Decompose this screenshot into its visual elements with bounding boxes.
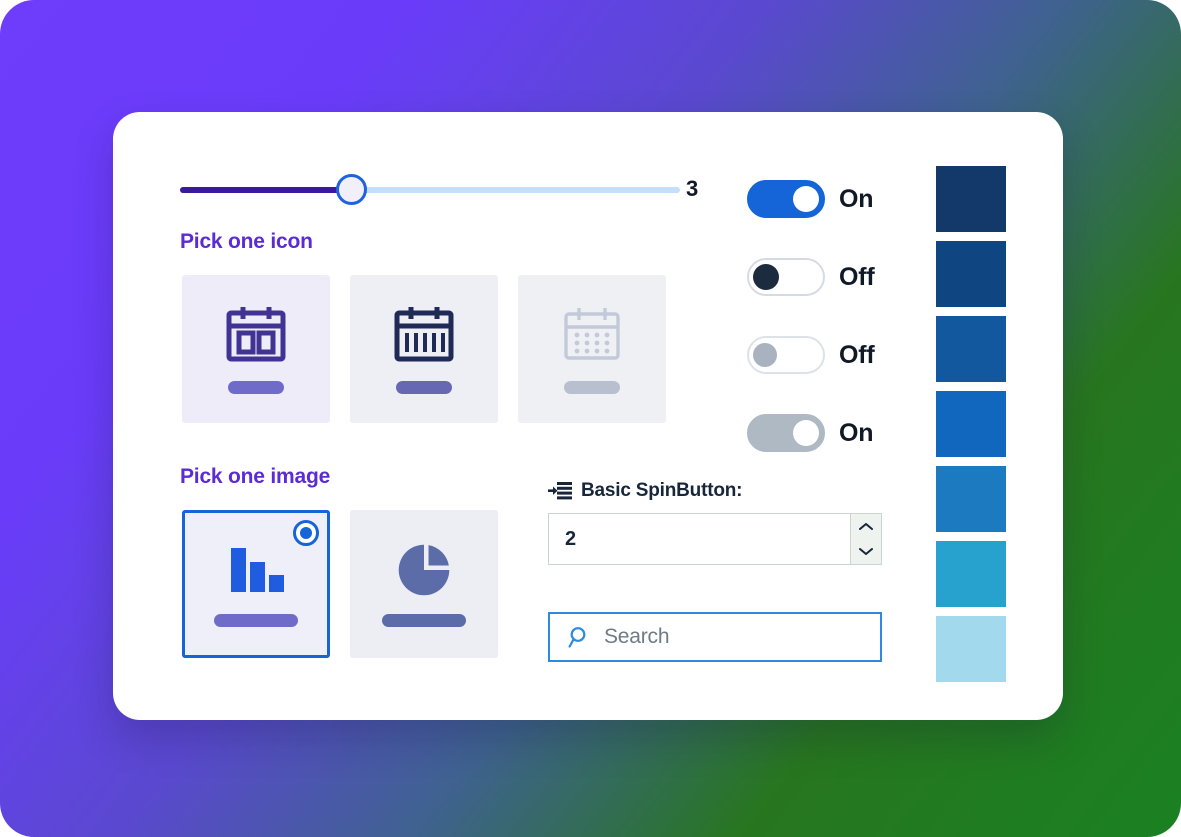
widget-panel: 3 Pick one icon Pick one image On Off Of… [113, 112, 1063, 720]
toggle-on-enabled[interactable] [747, 180, 825, 218]
toggle-knob [753, 343, 777, 367]
toggle-label: Off [839, 340, 875, 369]
chevron-up-icon [859, 523, 873, 530]
swatch-blue-900[interactable] [936, 166, 1006, 232]
spinbutton-header: Basic SpinButton: [548, 480, 884, 502]
swatch-blue-800[interactable] [936, 241, 1006, 307]
toggle-knob [793, 186, 819, 212]
icon-picker-group [182, 275, 666, 423]
calendar-columns-icon [394, 306, 454, 361]
spinbutton-arrows [850, 514, 881, 564]
search-icon [568, 626, 586, 648]
search-field[interactable]: Search [548, 612, 882, 662]
spinbutton-field[interactable]: 2 [548, 513, 882, 565]
increase-indent-icon [548, 481, 572, 499]
icon-option-bar [228, 380, 284, 394]
spinbutton-label: Basic SpinButton: [581, 480, 743, 501]
chevron-down-icon [859, 548, 873, 555]
toggle-row-on-enabled: On [747, 160, 875, 238]
image-option-bar [382, 613, 466, 627]
spinbutton-increment[interactable] [851, 514, 881, 539]
search-placeholder: Search [604, 625, 670, 648]
slider-fill [180, 187, 352, 193]
spinbutton-decrement[interactable] [851, 539, 881, 564]
calendar-dots-icon [564, 307, 620, 360]
swatch-blue-600[interactable] [936, 391, 1006, 457]
slider-value: 3 [686, 176, 699, 201]
slider-thumb[interactable] [336, 174, 367, 205]
toggle-off-enabled[interactable] [747, 258, 825, 296]
color-swatch-column [936, 166, 1006, 682]
swatch-blue-200[interactable] [936, 616, 1006, 682]
screenshot-root: 3 Pick one icon Pick one image On Off Of… [0, 0, 1181, 837]
radio-selected-icon[interactable] [293, 520, 319, 546]
image-option-bar [214, 613, 298, 627]
toggle-row-off-disabled: Off [747, 316, 875, 394]
swatch-blue-500[interactable] [936, 466, 1006, 532]
spinbutton-block: Basic SpinButton: 2 [548, 480, 884, 565]
icon-option-calendar-columns[interactable] [350, 275, 498, 423]
icon-option-bar [396, 380, 452, 394]
toggle-list: On Off Off On [747, 160, 875, 472]
toggle-knob [753, 264, 779, 290]
pick-one-icon-label: Pick one icon [180, 230, 313, 253]
toggle-row-on-disabled: On [747, 394, 875, 472]
icon-option-bar [564, 380, 620, 394]
icon-option-calendar-two-block[interactable] [182, 275, 330, 423]
image-option-pie-chart[interactable] [350, 510, 498, 658]
image-picker-group [182, 510, 498, 658]
slider-row: 3 [180, 168, 713, 212]
toggle-row-off-enabled: Off [747, 238, 875, 316]
toggle-off-disabled [747, 336, 825, 374]
pie-chart-icon [398, 544, 450, 595]
calendar-two-block-icon [226, 306, 286, 361]
spinbutton-value[interactable]: 2 [549, 514, 850, 564]
image-option-bar-chart[interactable] [182, 510, 330, 658]
toggle-knob [793, 420, 819, 446]
toggle-label: On [839, 418, 874, 447]
pick-one-image-label: Pick one image [180, 465, 331, 488]
toggle-label: Off [839, 262, 875, 291]
icon-option-calendar-dots[interactable] [518, 275, 666, 423]
swatch-blue-700[interactable] [936, 316, 1006, 382]
swatch-blue-400[interactable] [936, 541, 1006, 607]
toggle-label: On [839, 184, 874, 213]
toggle-on-disabled [747, 414, 825, 452]
bar-chart-icon [231, 547, 284, 592]
